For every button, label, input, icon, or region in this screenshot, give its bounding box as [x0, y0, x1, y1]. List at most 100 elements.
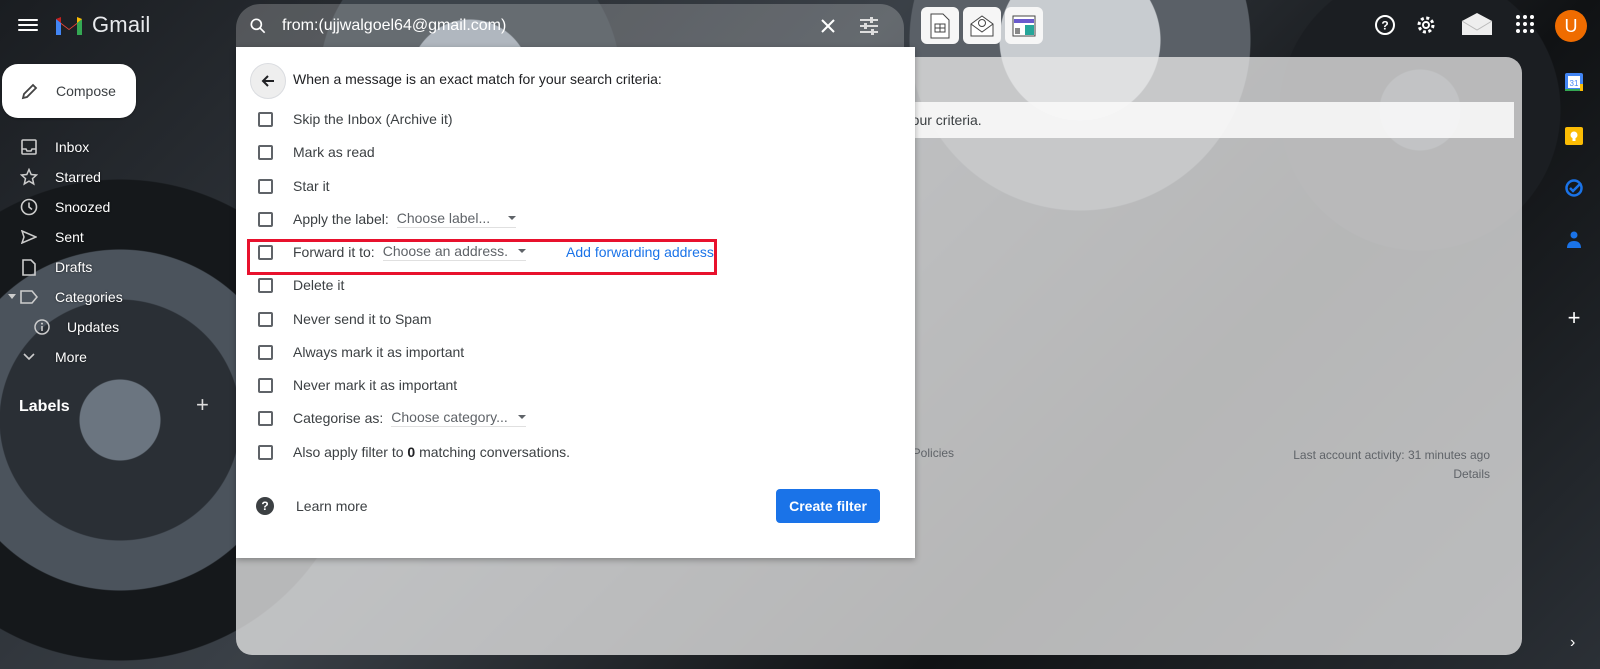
tasks-icon[interactable] [1564, 178, 1584, 198]
layout-addon-icon [1012, 15, 1036, 36]
dropdown-arrow-icon [508, 216, 517, 220]
sheets-addon-button[interactable] [921, 7, 959, 44]
add-forwarding-address-link[interactable]: Add forwarding address [566, 244, 714, 260]
label-icon [20, 290, 38, 304]
gmail-logo[interactable]: Gmail [54, 12, 150, 38]
sidebar-item-label: Inbox [55, 139, 90, 155]
label-select[interactable]: Choose label... [396, 210, 517, 228]
dropdown-arrow-icon [517, 415, 526, 419]
skip-inbox-checkbox[interactable] [258, 111, 273, 127]
sheets-addon-icon [930, 13, 950, 38]
option-label: Mark as read [293, 144, 375, 160]
forward-select-value: Choose an address. [382, 243, 509, 259]
option-always-important: Always mark it as important [258, 342, 464, 362]
calendar-icon[interactable]: 31 [1564, 72, 1584, 92]
compose-label: Compose [56, 83, 116, 99]
create-filter-button[interactable]: Create filter [776, 489, 880, 523]
draft-icon [22, 258, 36, 276]
sidebar-item-label: Snoozed [55, 199, 111, 215]
star-icon [20, 168, 38, 186]
tune-icon[interactable] [858, 16, 880, 36]
option-categorise: Categorise as: Choose category... [258, 408, 526, 428]
always-important-checkbox[interactable] [258, 344, 273, 360]
arrow-back-icon [261, 75, 274, 87]
contacts-icon[interactable] [1564, 230, 1584, 250]
never-spam-checkbox[interactable] [258, 311, 273, 327]
menu-icon[interactable] [18, 16, 38, 34]
avatar[interactable]: U [1555, 10, 1587, 42]
pencil-icon [21, 83, 38, 100]
app-name: Gmail [92, 12, 151, 37]
option-label: Star it [293, 178, 330, 194]
mark-read-checkbox[interactable] [258, 144, 273, 160]
option-forward: Forward it to: Choose an address. Add fo… [258, 242, 714, 262]
option-label: Delete it [293, 277, 345, 293]
never-important-checkbox[interactable] [258, 377, 273, 393]
apply-label-checkbox[interactable] [258, 211, 273, 227]
details-link[interactable]: Details [1293, 465, 1490, 484]
expand-caret-icon[interactable] [8, 294, 16, 299]
sidebar-item-label: Drafts [55, 259, 93, 275]
add-app-button[interactable]: + [1564, 307, 1584, 329]
sidebar-item-snoozed[interactable]: Snoozed [0, 192, 220, 222]
keep-icon[interactable] [1564, 126, 1584, 146]
help-icon[interactable]: ? [1374, 14, 1396, 36]
option-label: Also apply filter to 0 matching conversa… [293, 444, 570, 460]
search-bar [236, 4, 904, 48]
mail-addon-button[interactable] [963, 7, 1001, 44]
sidebar-item-categories[interactable]: Categories [0, 282, 220, 312]
sidebar-item-label: More [55, 349, 87, 365]
expand-side-panel-button[interactable]: › [1570, 634, 1575, 652]
info-icon [34, 319, 50, 335]
apply-existing-checkbox[interactable] [258, 444, 273, 460]
last-activity-text: Last account activity: 31 minutes ago [1293, 448, 1490, 462]
apps-grid-icon[interactable] [1515, 14, 1535, 34]
sidebar-item-label: Sent [55, 229, 84, 245]
sidebar-item-label: Updates [67, 319, 120, 335]
learn-more-link[interactable]: ? Learn more [256, 497, 368, 515]
sidebar-item-label: Categories [55, 289, 123, 305]
help-circle-icon: ? [256, 497, 274, 515]
clock-icon [20, 198, 38, 216]
back-button[interactable] [250, 63, 286, 99]
option-never-spam: Never send it to Spam [258, 309, 432, 329]
sidebar-item-starred[interactable]: Starred [0, 162, 220, 192]
settings-icon[interactable] [1415, 14, 1437, 36]
search-icon[interactable] [248, 16, 268, 36]
delete-checkbox[interactable] [258, 277, 273, 293]
label-suffix: matching conversations. [419, 444, 571, 460]
chevron-down-icon [23, 353, 35, 361]
close-icon[interactable] [818, 16, 838, 36]
option-delete: Delete it [258, 275, 344, 295]
forward-address-select[interactable]: Choose an address. [382, 243, 527, 261]
option-mark-read: Mark as read [258, 142, 375, 162]
search-input[interactable] [282, 17, 802, 35]
star-it-checkbox[interactable] [258, 178, 273, 194]
account-activity: Last account activity: 31 minutes ago De… [1293, 446, 1490, 484]
svg-text:?: ? [1381, 19, 1388, 33]
add-label-button[interactable]: + [196, 392, 209, 418]
compose-button[interactable]: Compose [2, 64, 136, 118]
forward-checkbox[interactable] [258, 244, 273, 260]
layout-addon-button[interactable] [1005, 7, 1043, 44]
option-apply-existing: Also apply filter to 0 matching conversa… [258, 442, 570, 462]
sidebar-item-drafts[interactable]: Drafts [0, 252, 220, 282]
sidebar-nav: Inbox Starred Snoozed Sent Drafts Catego… [0, 132, 220, 372]
gmail-m-icon [56, 17, 82, 35]
sidebar-item-more[interactable]: More [0, 342, 220, 372]
mail-open-icon[interactable] [1461, 12, 1493, 36]
label-select-value: Choose label... [396, 210, 491, 226]
category-select[interactable]: Choose category... [391, 409, 526, 427]
option-label: Forward it to: [293, 244, 375, 260]
learn-more-label: Learn more [296, 498, 368, 514]
mail-addon-icon [970, 14, 994, 36]
create-filter-dialog: When a message is an exact match for you… [236, 47, 915, 558]
sidebar-item-sent[interactable]: Sent [0, 222, 220, 252]
option-label: Never send it to Spam [293, 311, 432, 327]
dropdown-arrow-icon [518, 249, 527, 253]
option-label: Apply the label: [293, 211, 389, 227]
matching-count: 0 [407, 444, 416, 460]
sidebar-item-updates[interactable]: Updates [0, 312, 220, 342]
sidebar-item-inbox[interactable]: Inbox [0, 132, 220, 162]
categorise-checkbox[interactable] [258, 410, 273, 426]
